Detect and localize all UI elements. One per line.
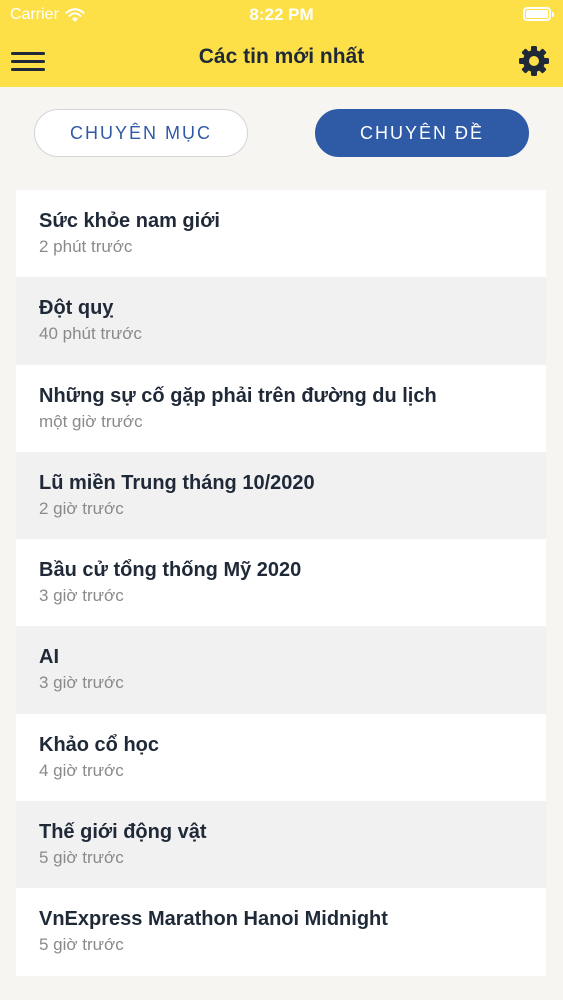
segmented-control: CHUYÊN MỤC CHUYÊN ĐỀ: [0, 87, 563, 187]
list-item[interactable]: AI 3 giờ trước: [16, 626, 546, 714]
tab-chuyen-muc[interactable]: CHUYÊN MỤC: [34, 109, 248, 157]
list-item[interactable]: Sức khỏe nam giới 2 phút trước: [16, 190, 546, 278]
topic-timestamp: 3 giờ trước: [39, 673, 124, 693]
gear-icon[interactable]: [517, 44, 551, 78]
topic-title: Đột quỵ: [39, 297, 114, 320]
tab-chuyen-de[interactable]: CHUYÊN ĐỀ: [315, 109, 529, 157]
status-time: 8:22 PM: [249, 5, 314, 24]
topic-timestamp: 5 giờ trước: [39, 848, 124, 868]
status-bar: Carrier 8:22 PM: [0, 0, 563, 30]
topic-title: AI: [39, 646, 59, 669]
topic-timestamp: 5 giờ trước: [39, 935, 124, 955]
list-item[interactable]: Thế giới động vật 5 giờ trước: [16, 801, 546, 889]
topic-title: VnExpress Marathon Hanoi Midnight: [39, 908, 388, 931]
topic-title: Những sự cố gặp phải trên đường du lịch: [39, 384, 437, 407]
topic-timestamp: một giờ trước: [39, 411, 143, 431]
list-item[interactable]: VnExpress Marathon Hanoi Midnight 5 giờ t…: [16, 888, 546, 976]
topic-timestamp: 40 phút trước: [39, 324, 142, 344]
topic-title: Thế giới động vật: [39, 821, 207, 844]
list-item[interactable]: Bầu cử tổng thống Mỹ 2020 3 giờ trước: [16, 539, 546, 627]
list-item[interactable]: Lũ miền Trung tháng 10/2020 2 giờ trước: [16, 451, 546, 540]
topic-timestamp: 2 phút trước: [39, 237, 133, 256]
list-item[interactable]: Khảo cổ học 4 giờ trước: [16, 713, 546, 802]
topic-list: Sức khỏe nam giới 2 phút trước Đột quỵ 40 p…: [16, 190, 546, 976]
nav-bar: Các tin mới nhất: [0, 30, 563, 87]
topic-title: Bầu cử tổng thống Mỹ 2020: [39, 559, 302, 582]
list-item[interactable]: Những sự cố gặp phải trên đường du lịch m…: [16, 364, 546, 452]
topic-title: Sức khỏe nam giới: [39, 210, 220, 232]
list-item[interactable]: Đột quỵ 40 phút trước: [16, 277, 546, 365]
battery-icon: [523, 7, 554, 21]
topic-title: Lũ miền Trung tháng 10/2020: [39, 471, 315, 494]
header-bar: Carrier 8:22 PM Các tin mới nhất: [0, 0, 563, 87]
topic-timestamp: 4 giờ trước: [39, 760, 124, 780]
page-title: Các tin mới nhất: [198, 45, 365, 68]
topic-timestamp: 3 giờ trước: [39, 586, 124, 606]
topic-timestamp: 2 giờ trước: [39, 498, 124, 518]
topic-title: Khảo cổ học: [39, 733, 160, 756]
